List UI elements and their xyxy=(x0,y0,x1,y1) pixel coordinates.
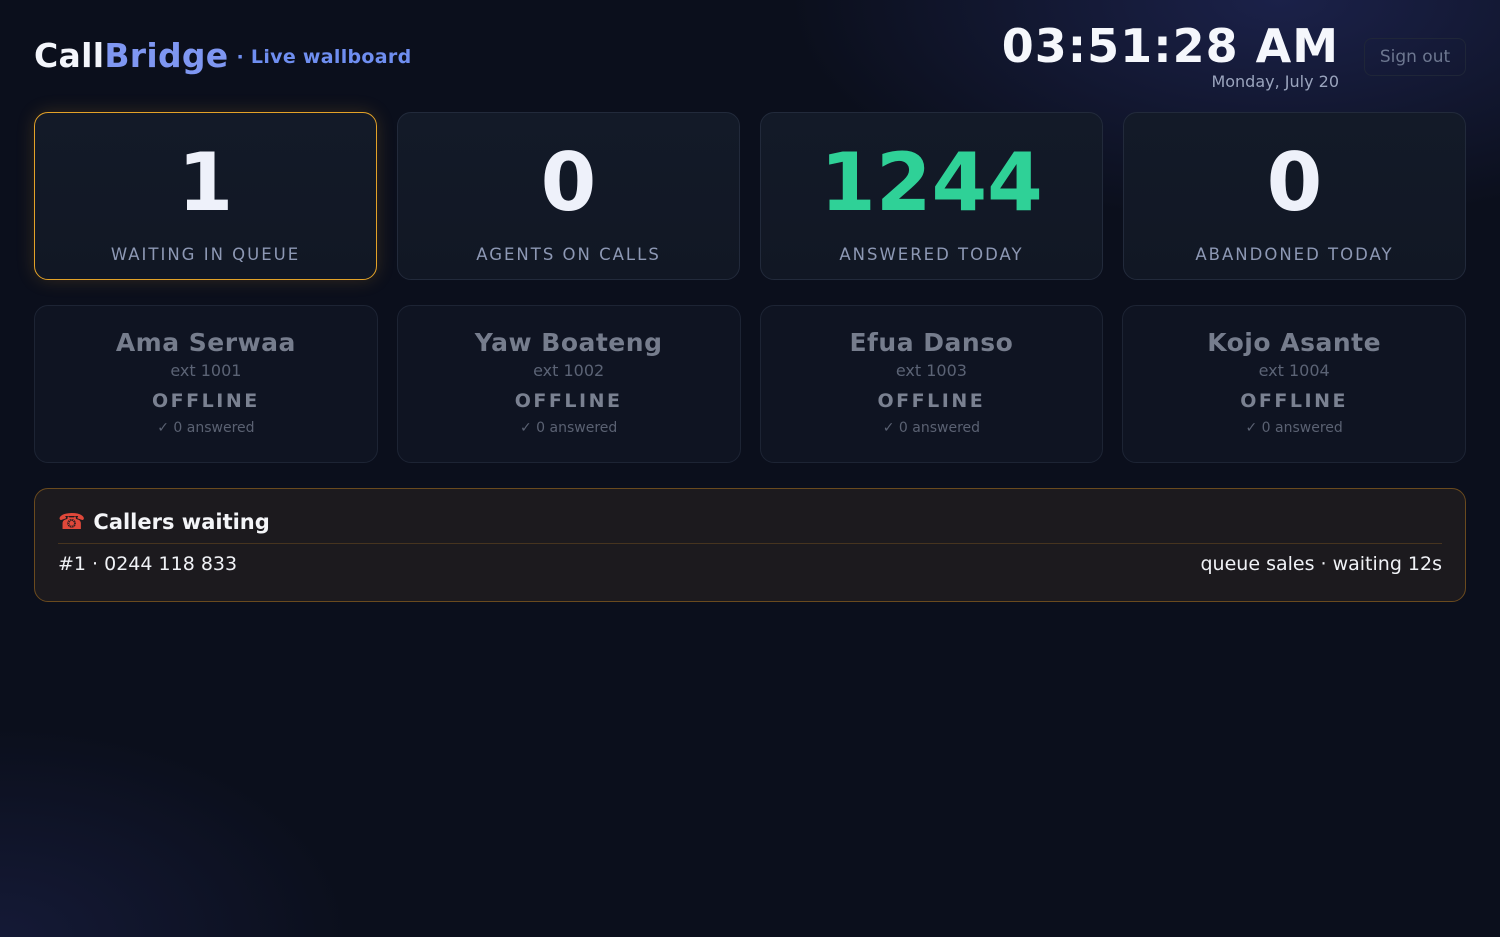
sign-out-button[interactable]: Sign out xyxy=(1364,38,1466,76)
stat-abandoned-today: 0 ABANDONED TODAY xyxy=(1123,112,1466,280)
agent-card: Kojo Asante ext 1004 OFFLINE ✓ 0 answere… xyxy=(1122,305,1466,463)
stat-label: ANSWERED TODAY xyxy=(839,245,1024,264)
agent-answered-count: ✓ 0 answered xyxy=(882,420,981,436)
agent-extension: ext 1001 xyxy=(170,361,242,380)
agent-card: Yaw Boateng ext 1002 OFFLINE ✓ 0 answere… xyxy=(396,305,741,463)
panel-title: ☎ Callers waiting xyxy=(58,508,1442,536)
clock-date: Monday, July 20 xyxy=(1211,72,1339,91)
stat-waiting-in-queue: 1 WAITING IN QUEUE xyxy=(34,112,377,280)
stat-answered-today: 1244 ANSWERED TODAY xyxy=(760,112,1103,280)
caller-number: #1 · 0244 118 833 xyxy=(58,553,238,575)
agent-answered-count: ✓ 0 answered xyxy=(519,420,618,436)
agent-card: Efua Danso ext 1003 OFFLINE ✓ 0 answered xyxy=(759,305,1104,463)
agent-card: Ama Serwaa ext 1001 OFFLINE ✓ 0 answered xyxy=(34,305,378,463)
brand-call: Call xyxy=(34,36,105,75)
divider xyxy=(58,543,1442,544)
header: CallBridge · Live wallboard 03:51:28 AM M… xyxy=(34,0,1466,100)
agent-name: Efua Danso xyxy=(849,328,1014,357)
telephone-icon: ☎ xyxy=(58,509,86,535)
agent-extension: ext 1003 xyxy=(895,361,967,380)
stat-value: 0 xyxy=(540,136,597,229)
agent-extension: ext 1004 xyxy=(1258,361,1330,380)
stat-value: 1 xyxy=(177,136,234,229)
agent-name: Ama Serwaa xyxy=(115,328,296,357)
agent-name: Yaw Boateng xyxy=(474,328,663,357)
stat-value: 0 xyxy=(1266,136,1323,229)
stat-label: ABANDONED TODAY xyxy=(1195,245,1394,264)
agents-row: Ama Serwaa ext 1001 OFFLINE ✓ 0 answered… xyxy=(34,305,1466,463)
stat-agents-on-calls: 0 AGENTS ON CALLS xyxy=(397,112,740,280)
stat-value: 1244 xyxy=(820,136,1043,229)
caller-details: queue sales · waiting 12s xyxy=(1200,553,1443,575)
clock-time: 03:51:28 AM xyxy=(1001,19,1339,73)
brand-subtitle: · Live wallboard xyxy=(236,46,412,68)
agent-answered-count: ✓ 0 answered xyxy=(1245,420,1343,436)
agent-status: OFFLINE xyxy=(1240,390,1348,412)
agent-name: Kojo Asante xyxy=(1207,328,1382,357)
agent-answered-count: ✓ 0 answered xyxy=(157,420,255,436)
callers-waiting-panel: ☎ Callers waiting #1 · 0244 118 833 queu… xyxy=(34,488,1466,602)
app-brand: CallBridge · Live wallboard xyxy=(34,36,411,75)
panel-title-text: Callers waiting xyxy=(93,510,270,534)
agent-extension: ext 1002 xyxy=(533,361,605,380)
agent-status: OFFLINE xyxy=(877,390,986,412)
stat-label: AGENTS ON CALLS xyxy=(476,245,661,264)
stats-row: 1 WAITING IN QUEUE 0 AGENTS ON CALLS 124… xyxy=(34,112,1466,280)
agent-status: OFFLINE xyxy=(514,390,623,412)
clock: 03:51:28 AM Monday, July 20 xyxy=(1002,20,1339,91)
caller-row: #1 · 0244 118 833 queue sales · waiting … xyxy=(58,553,1442,575)
stat-label: WAITING IN QUEUE xyxy=(110,245,301,264)
agent-status: OFFLINE xyxy=(152,390,260,412)
brand-bridge: Bridge xyxy=(104,36,229,75)
